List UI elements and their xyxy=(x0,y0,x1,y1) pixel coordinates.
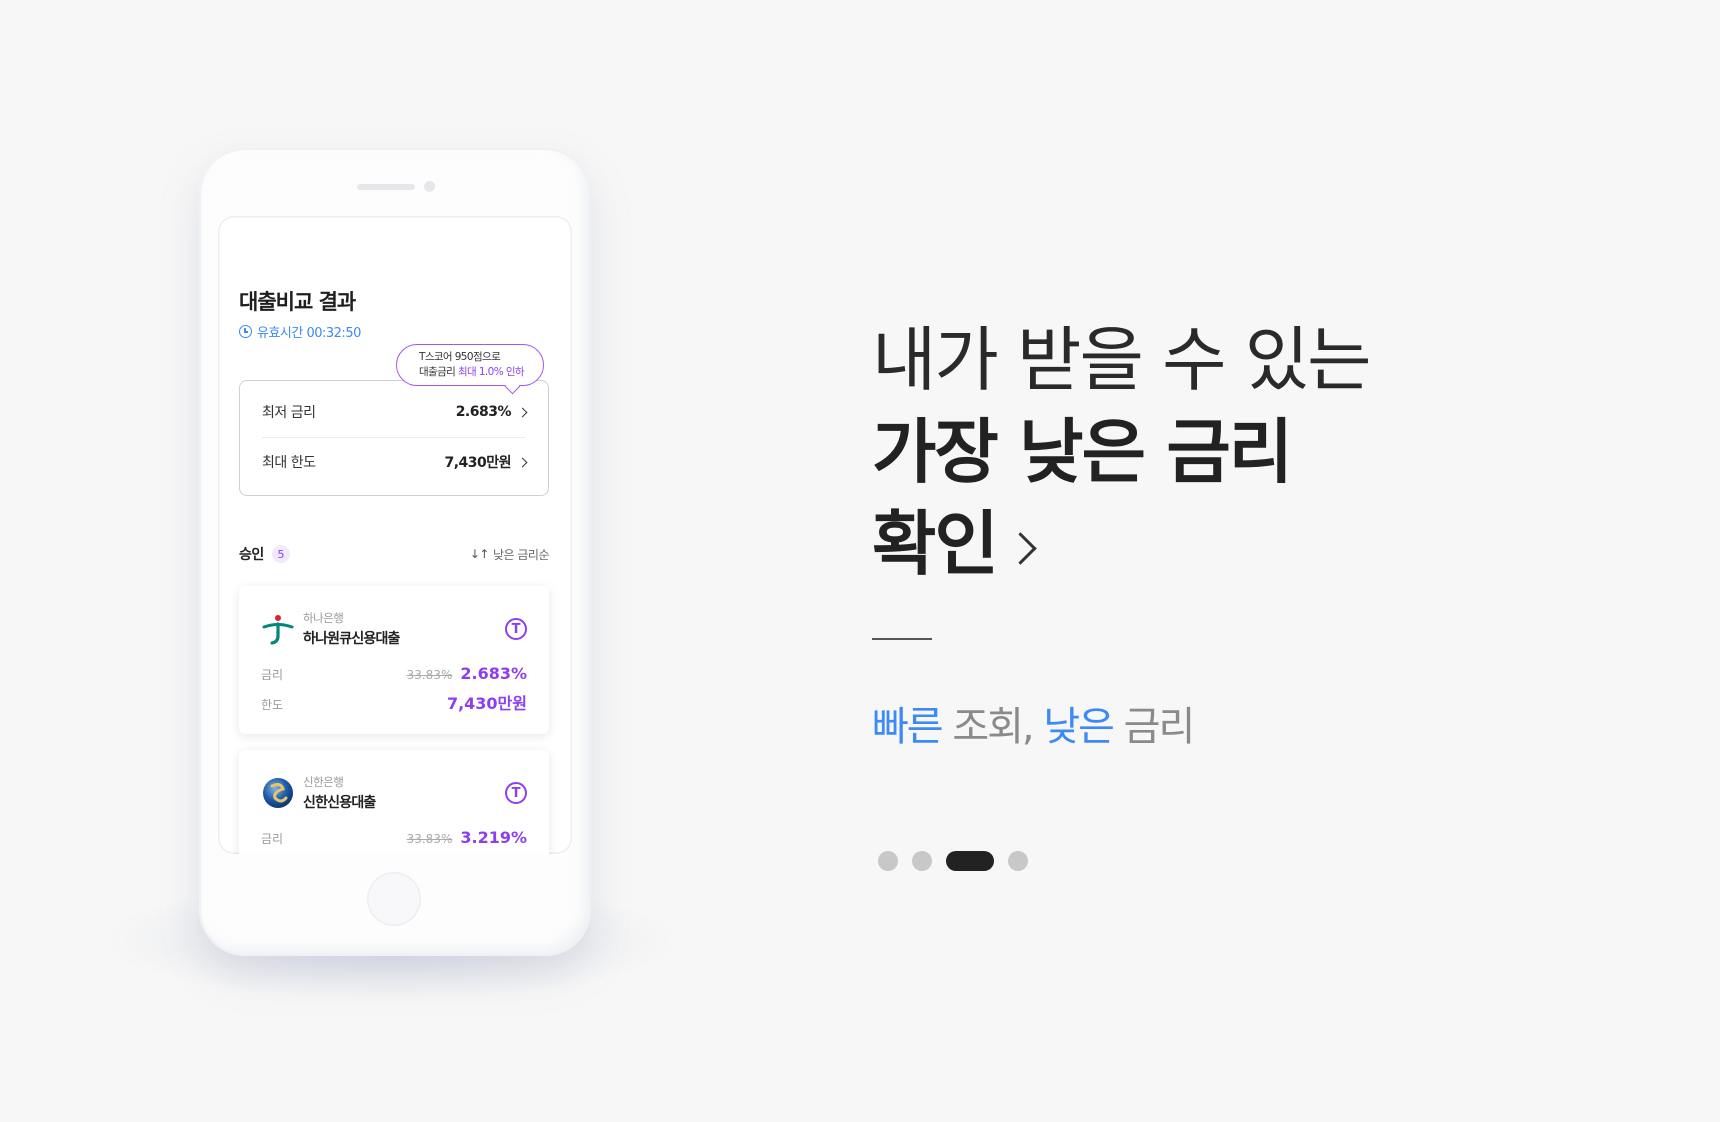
shinhan-bank-logo-icon xyxy=(263,778,293,808)
product-name: 신한신용대출 xyxy=(303,795,376,811)
headline-line2: 가장 낮은 금리 xyxy=(872,411,1293,493)
carousel-pager xyxy=(878,851,1042,871)
limit-row: 한도 7,430만원 xyxy=(261,690,527,714)
headline: 내가 받을 수 있는 가장 낮은 금리 확인 xyxy=(872,314,1572,590)
max-limit-label: 최대 한도 xyxy=(262,455,316,471)
product-name: 하나원큐신용대출 xyxy=(303,631,400,647)
summary-card: 최저 금리 2.683% 최대 한도 7,430만원 xyxy=(239,380,549,496)
sort-icon: ↓↑ xyxy=(469,547,490,561)
max-limit-row[interactable]: 최대 한도 7,430만원 xyxy=(262,437,528,487)
loan-card[interactable]: 신한은행 신한신용대출 T 금리 33.83% 3.219% xyxy=(239,750,549,854)
pager-dot[interactable] xyxy=(912,851,932,871)
min-rate-row[interactable]: 최저 금리 2.683% xyxy=(262,387,528,438)
rate-label: 금리 xyxy=(261,832,284,846)
approved-header: 승인 5 ↓↑ 낮은 금리순 xyxy=(239,544,550,564)
chevron-right-icon xyxy=(517,407,528,417)
tscore-tooltip: T스코어 950점으로 대출금리 최대 1.0% 인하 xyxy=(396,344,544,395)
tagline-rate: 금리 xyxy=(1112,704,1196,750)
hana-bank-logo-icon xyxy=(262,615,294,645)
tagline: 빠른 조회, 낮은 금리 xyxy=(872,694,1196,752)
phone-speaker xyxy=(357,184,415,190)
rate-row: 금리 33.83% 2.683% xyxy=(261,664,527,683)
tooltip-line2: 대출금리 최대 1.0% 인하 xyxy=(419,365,543,380)
approved-count-badge: 5 xyxy=(271,545,290,563)
pager-dot-active[interactable] xyxy=(946,851,994,871)
tscore-badge-icon: T xyxy=(505,618,527,640)
rate-value: 2.683% xyxy=(460,664,527,683)
pager-dot[interactable] xyxy=(1008,851,1028,871)
rate-row: 금리 33.83% 3.219% xyxy=(261,828,527,847)
tooltip-highlight: 최대 1.0% 인하 xyxy=(457,366,525,378)
bank-name: 하나은행 xyxy=(303,611,344,625)
tooltip-line1: T스코어 950점으로 xyxy=(419,351,501,363)
phone-screen: 대출비교 결과 유효시간 00:32:50 T스코어 950점으로 대출금리 최… xyxy=(218,216,572,854)
tooltip-line2-prefix: 대출금리 xyxy=(419,366,458,378)
tagline-lookup: 조회, xyxy=(941,704,1044,750)
approved-label: 승인 xyxy=(239,547,264,563)
max-limit-value: 7,430만원 xyxy=(444,455,511,471)
phone-home-button xyxy=(367,872,421,926)
rate-value: 3.219% xyxy=(460,828,527,847)
phone-camera xyxy=(424,181,435,192)
divider xyxy=(872,638,932,640)
page-title: 대출비교 결과 xyxy=(239,290,356,314)
limit-value: 7,430만원 xyxy=(446,694,527,713)
headline-line3: 확인 xyxy=(872,503,999,585)
limit-label: 한도 xyxy=(261,698,284,712)
headline-line3-link[interactable]: 확인 xyxy=(872,498,1572,590)
loan-card[interactable]: 하나은행 하나원큐신용대출 T 금리 33.83% 2.683% 한도 7,43… xyxy=(239,586,549,734)
valid-time-text: 유효시간 00:32:50 xyxy=(257,326,361,341)
sort-label: 낮은 금리순 xyxy=(492,547,550,562)
min-rate-value-wrap: 2.683% xyxy=(455,404,528,420)
pager-dot[interactable] xyxy=(878,851,898,871)
old-rate: 33.83% xyxy=(406,668,453,682)
bank-name: 신한은행 xyxy=(303,775,344,789)
tscore-badge-icon: T xyxy=(505,782,527,804)
tagline-low: 낮은 xyxy=(1043,704,1115,750)
rate-label: 금리 xyxy=(261,668,284,682)
valid-time: 유효시간 00:32:50 xyxy=(239,322,361,341)
phone-mockup: 대출비교 결과 유효시간 00:32:50 T스코어 950점으로 대출금리 최… xyxy=(199,148,591,956)
tagline-fast: 빠른 xyxy=(872,704,944,750)
sort-button[interactable]: ↓↑ 낮은 금리순 xyxy=(469,546,550,563)
chevron-right-icon[interactable] xyxy=(1004,531,1037,565)
chevron-right-icon xyxy=(517,457,528,467)
min-rate-value: 2.683% xyxy=(455,404,512,420)
old-rate: 33.83% xyxy=(406,832,453,846)
max-limit-value-wrap: 7,430만원 xyxy=(444,452,528,472)
clock-icon xyxy=(239,325,252,338)
headline-line1: 내가 받을 수 있는 xyxy=(872,319,1372,401)
min-rate-label: 최저 금리 xyxy=(262,405,316,421)
